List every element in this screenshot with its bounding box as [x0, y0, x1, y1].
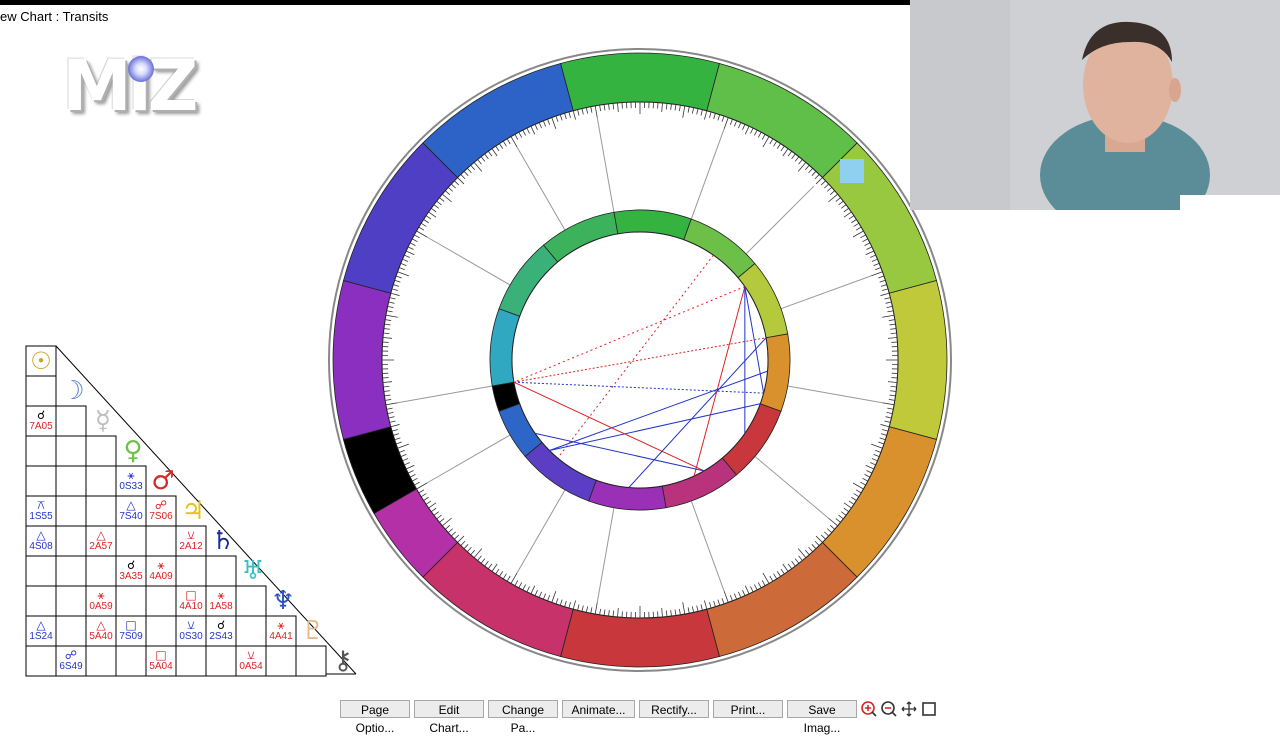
aspect-symbol: ☌: [26, 409, 56, 421]
zoom-out-icon[interactable]: [881, 701, 897, 717]
aspect-symbol: ⚹: [146, 559, 176, 571]
zodiac-glyph-gemini: [870, 204, 900, 234]
rectify-button[interactable]: Rectify...: [639, 700, 709, 718]
aspect-orb-code: 0S30: [176, 632, 206, 642]
zodiac-glyph-pisces: [766, 590, 796, 620]
grid-planet-uranus: ♅: [238, 556, 268, 586]
aspect-orb-code: 7A05: [26, 422, 56, 432]
pan-icon[interactable]: [901, 701, 917, 717]
aspect-orb-code: 3A35: [116, 572, 146, 582]
planet-venus[interactable]: [825, 320, 855, 350]
planet-north-node[interactable]: [782, 144, 812, 174]
aspect-orb-code: 4A10: [176, 602, 206, 612]
astrology-chart-wheel[interactable]: [325, 46, 955, 676]
zodiac-glyph-libra: [380, 204, 410, 234]
zodiac-glyph-aries: [870, 486, 900, 516]
title-bar: [0, 0, 910, 5]
aspect-orb-code: 2A12: [176, 542, 206, 552]
chart-wheel-graphic[interactable]: [325, 46, 955, 676]
aspect-symbol: △: [116, 499, 146, 511]
aspect-symbol: □: [146, 649, 176, 661]
zodiac-glyph-virgo: [484, 100, 514, 130]
planet-mercury[interactable]: [858, 260, 888, 290]
aspect-orb-code: 7S06: [146, 512, 176, 522]
zoom-in-icon[interactable]: [861, 701, 877, 717]
grid-planet-venus: ♀: [118, 436, 148, 466]
aspect-symbol: ⚹: [206, 589, 236, 601]
miz-logo: MiZ: [62, 46, 222, 126]
window-title: ew Chart : Transits: [0, 9, 108, 24]
grid-planet-mars: ♂: [148, 466, 178, 496]
print-button[interactable]: Print...: [713, 700, 783, 718]
grid-planet-saturn: ♄: [208, 526, 238, 556]
aspect-symbol: ⚹: [86, 589, 116, 601]
zodiac-glyph-capricorn: [484, 590, 514, 620]
presenter-video: [910, 0, 1280, 210]
page-options-button[interactable]: Page Optio...: [340, 700, 410, 718]
change-page-button[interactable]: Change Pa...: [488, 700, 558, 718]
aspect-symbol: △: [26, 619, 56, 631]
aspect-symbol: ⚺: [236, 649, 266, 661]
aspect-orb-code: 7S09: [116, 632, 146, 642]
zodiac-glyph-cancer: [766, 100, 796, 130]
aspect-orb-code: 2A57: [86, 542, 116, 552]
aspect-orb-code: 4S08: [26, 542, 56, 552]
aspect-symbol: ⚹: [266, 619, 296, 631]
aspect-symbol: ⚺: [176, 619, 206, 631]
bottom-toolbar: Page Optio... Edit Chart... Change Pa...…: [340, 700, 937, 720]
aspect-orb-code: 7S40: [116, 512, 146, 522]
planet-moon[interactable]: [478, 149, 508, 179]
aspect-orb-code: 5A40: [86, 632, 116, 642]
zodiac-glyph-taurus: [908, 345, 938, 375]
aspect-symbol: ☌: [206, 619, 236, 631]
zodiac-glyph-scorpio: [343, 345, 373, 375]
aspect-symbol: ⚹: [116, 469, 146, 481]
zodiac-glyph-sagittarius: [380, 486, 410, 516]
aspect-symbol: △: [26, 529, 56, 541]
logo-text: MiZ: [62, 46, 194, 126]
edit-chart-button[interactable]: Edit Chart...: [414, 700, 484, 718]
aspect-symbol: △: [86, 529, 116, 541]
aspect-orb-code: 4A09: [146, 572, 176, 582]
aspect-symbol: □: [176, 589, 206, 601]
aspect-symbol: ☍: [146, 499, 176, 511]
planet-mars[interactable]: [840, 159, 864, 183]
aspect-orb-code: 4A41: [266, 632, 296, 642]
grid-planet-sun: ☉: [26, 346, 56, 376]
aspect-orb-code: 1S55: [26, 512, 56, 522]
planet-south-node[interactable]: [447, 334, 477, 364]
planet-jupiter[interactable]: [400, 289, 430, 319]
grid-planet-neptune: ♆: [268, 586, 298, 616]
planet-sun[interactable]: [861, 233, 891, 263]
aspect-orb-code: 2S43: [206, 632, 236, 642]
aspect-symbol: ☌: [116, 559, 146, 571]
planet-descendant-marker[interactable]: [352, 299, 382, 329]
aspect-orb-code: 1S24: [26, 632, 56, 642]
grid-planet-pluto: ♇: [298, 616, 328, 646]
grid-planet-moon: ☽: [58, 376, 88, 406]
zodiac-glyph-aquarius: [625, 628, 655, 658]
aspect-orb-code: 6S49: [56, 662, 86, 672]
aspect-orb-code: 0A59: [86, 602, 116, 612]
save-image-button[interactable]: Save Imag...: [787, 700, 857, 718]
animate-button[interactable]: Animate...: [562, 700, 635, 718]
planet-neptune[interactable]: [693, 431, 723, 461]
aspect-symbol: ☍: [56, 649, 86, 661]
zodiac-glyph-leo: [625, 63, 655, 93]
aspect-orb-code: 0A54: [236, 662, 266, 672]
grid-planet-jupiter: ♃: [178, 496, 208, 526]
webcam-overlay: [910, 0, 1280, 210]
planet-chiron[interactable]: [756, 402, 786, 432]
aspect-orb-code: 5A04: [146, 662, 176, 672]
aspect-orb-code: 1A58: [206, 602, 236, 612]
fit-icon[interactable]: [921, 701, 937, 717]
grid-planet-mercury: ☿: [88, 406, 118, 436]
logo-glow-dot: [128, 56, 154, 82]
aspect-symbol: △: [86, 619, 116, 631]
aspect-orb-code: 0S33: [116, 482, 146, 492]
aspect-symbol: □: [116, 619, 146, 631]
aspect-symbol: ⚻: [26, 499, 56, 511]
aspect-symbol: ⚺: [176, 529, 206, 541]
aspect-grid: ☉☽☿♀♂♃♄♅♆♇⚷☌7A05⚹0S33⚻1S55△7S40☍7S06△4S0…: [26, 346, 356, 674]
